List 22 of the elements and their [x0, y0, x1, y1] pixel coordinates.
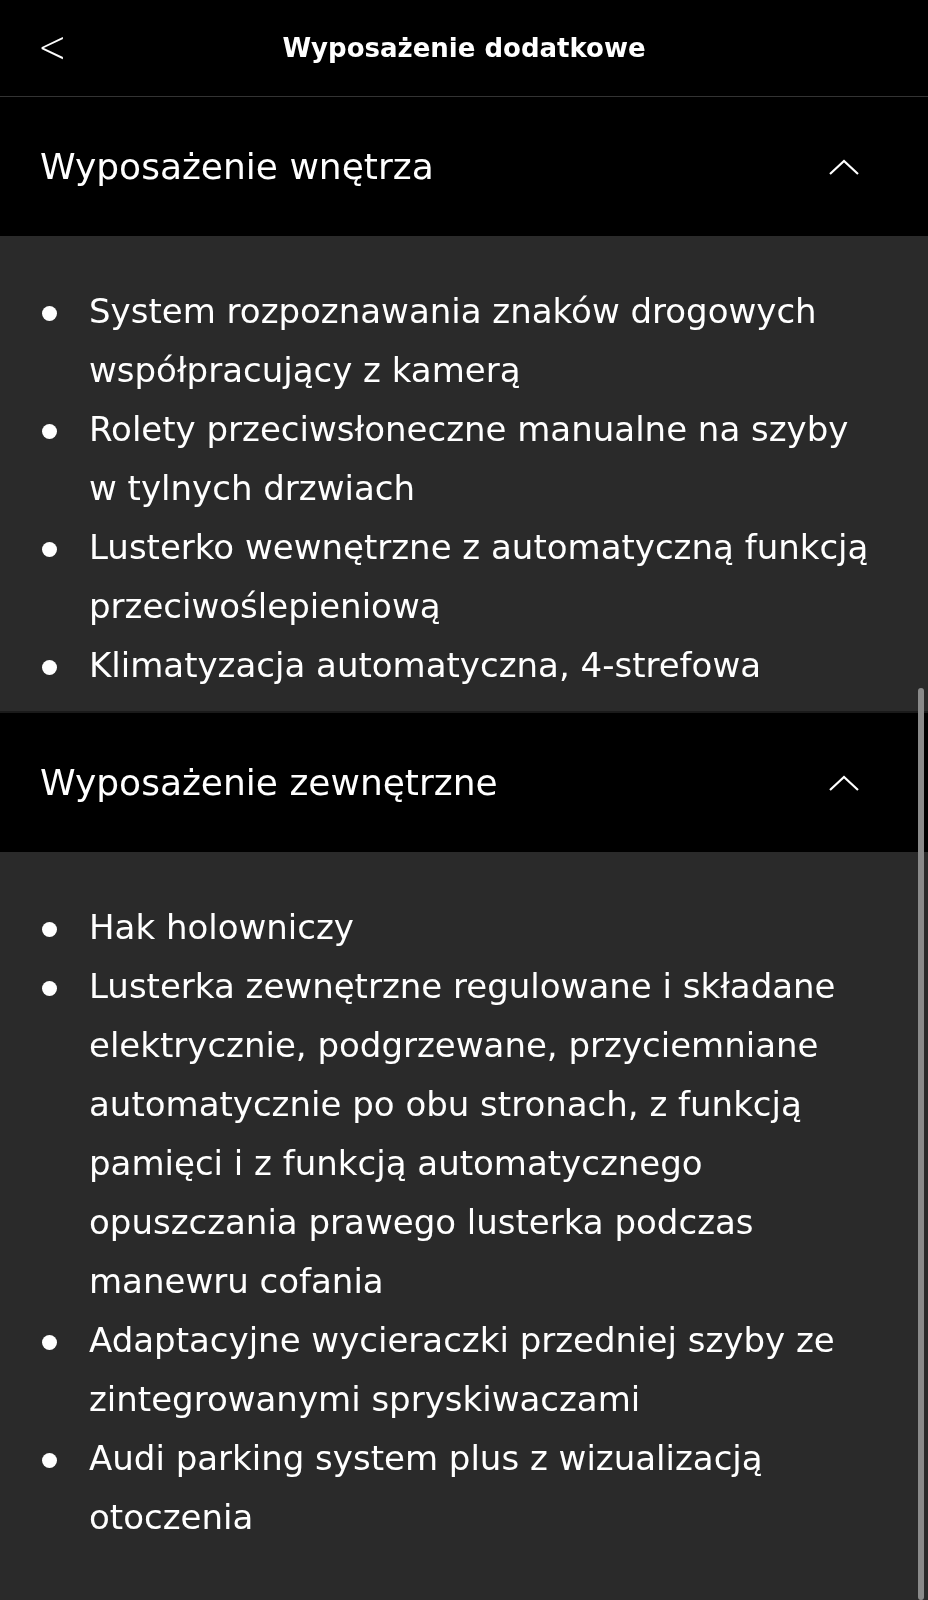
section-header[interactable]: Wyposażenie zewnętrzne: [0, 713, 928, 852]
bullet-icon: [42, 922, 57, 937]
equipment-item: Audi parking system plus z wizualizacją otoczenia: [89, 1437, 764, 1539]
equipment-item: Rolety przeciwsłoneczne manualne na szyby w tylnych drzwiach: [89, 408, 850, 510]
bullet-icon: [42, 542, 57, 557]
equipment-item: Hak holowniczy: [89, 906, 355, 949]
bullet-icon: [42, 660, 57, 675]
bullet-icon: [42, 981, 57, 996]
equipment-item: Lusterko wewnętrzne z automatyczną funkcją przeciwoślepieniową: [89, 526, 870, 628]
bullet-icon: [42, 424, 57, 439]
section-header[interactable]: Wyposażenie wnętrza: [0, 97, 928, 236]
back-button[interactable]: <: [30, 20, 75, 72]
equipment-item: System rozpoznawania znaków drogowych współpracujący z kamerą: [89, 290, 818, 392]
chevron-up-icon: [828, 157, 860, 176]
bullet-icon: [42, 306, 57, 321]
equipment-item: Adaptacyjne wycieraczki przedniej szyby ze zintegrowanymi spryskiwaczami: [89, 1319, 836, 1421]
equipment-item: Klimatyzacja automatyczna, 4-strefowa: [89, 644, 763, 687]
bullet-icon: [42, 1335, 57, 1350]
equipment-item: Lusterka zewnętrzne regulowane i składane elektrycznie, podgrzewane, przyciemniane automatycznie po obu stronach, z funkcją pamięci i z funkcją automatycznego opuszczania prawego lusterka podczas manewru cofania: [89, 965, 837, 1303]
page-title: Wyposażenie dodatkowe: [282, 33, 646, 63]
bullet-icon: [42, 1453, 57, 1468]
chevron-up-icon: [828, 773, 860, 792]
